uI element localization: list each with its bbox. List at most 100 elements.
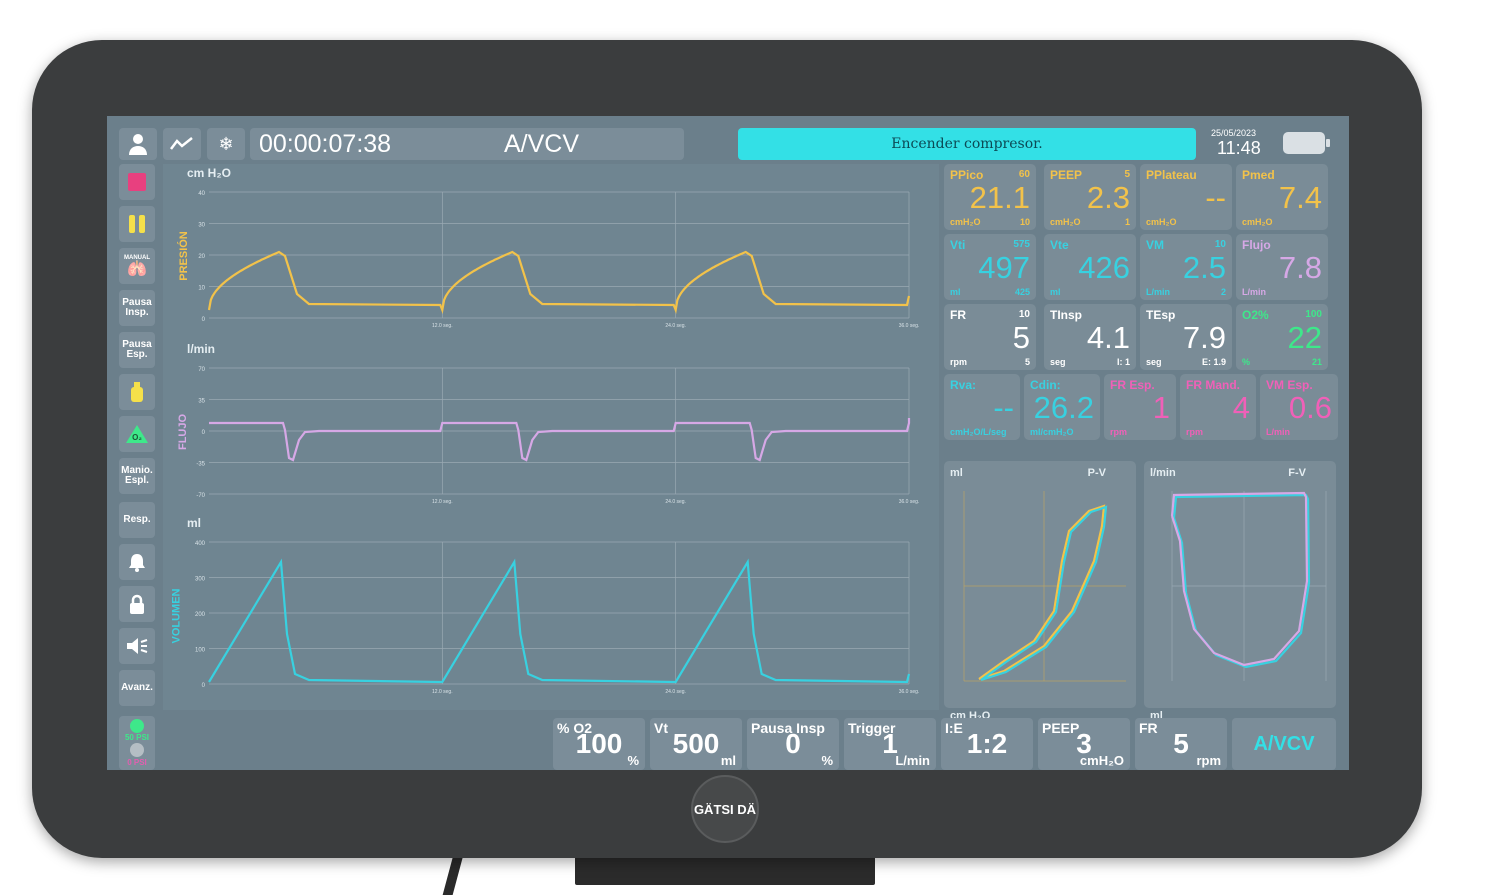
metric-rva: Rva: -- cmH₂O/L/seg <box>944 374 1020 440</box>
alert-banner[interactable]: Encender compresor. <box>738 128 1196 160</box>
pressure-unit: cm H₂O <box>187 166 232 180</box>
setting-value: 1:2 <box>966 728 1008 759</box>
metric-value: 21.1 <box>969 180 1030 215</box>
pressure-axis-label: PRESIÓN <box>177 231 190 281</box>
metric-vti: Vti 575 497 ml 425 <box>944 234 1036 300</box>
metric-unit: rpm <box>950 357 968 367</box>
metric-label: PPlateau <box>1146 168 1197 182</box>
metric-label: Vti <box>950 238 966 252</box>
metric-value: 7.4 <box>1278 180 1322 215</box>
sidebar-item-o2[interactable]: O₂ <box>119 416 155 452</box>
date-label: 25/05/2023 <box>1211 128 1257 138</box>
metric-label: Vte <box>1050 238 1069 252</box>
metric-value: 497 <box>978 250 1030 285</box>
sidebar-item-label: Resp. <box>123 514 151 525</box>
trends-button[interactable] <box>163 128 201 160</box>
sidebar-item-manual[interactable]: MANUAL 🫁 <box>119 248 155 284</box>
svg-text:O₂: O₂ <box>132 433 142 442</box>
x-tick-label: 36.0 seg. <box>899 499 920 505</box>
sidebar-item-mute[interactable] <box>119 628 155 664</box>
metric-high-limit: 10 <box>1214 239 1226 250</box>
y-tick-label: 40 <box>198 191 205 197</box>
fv-y-unit: l/min <box>1150 467 1176 479</box>
o2-warning-icon: O₂ <box>126 425 148 443</box>
metric-low-limit: 10 <box>1019 217 1030 227</box>
metric-unit: L/min <box>1242 287 1266 297</box>
metric-unit: rpm <box>1110 427 1128 437</box>
metric-high-limit: 10 <box>1018 309 1030 320</box>
pv-loop-panel: ml P-V cm H₂O <box>944 461 1136 722</box>
mode-button[interactable]: A/VCV <box>1232 718 1336 770</box>
x-tick-label: 24.0 seg. <box>665 323 686 329</box>
sidebar-item-pausa-esp[interactable]: Pausa Esp. <box>119 332 155 368</box>
metric-ppico: PPico 60 21.1 cmH₂O 10 <box>944 164 1036 230</box>
sidebar-item-alarm[interactable] <box>119 544 155 580</box>
sidebar-item-lock[interactable] <box>119 586 155 622</box>
setting-i-e[interactable]: I:E 1:2 <box>941 718 1033 770</box>
sidebar-item-label: Pausa Esp. <box>122 339 152 360</box>
y-tick-label: 200 <box>195 612 206 618</box>
elapsed-timer: 00:00:07:38 <box>259 130 392 158</box>
patient-button[interactable] <box>119 128 157 160</box>
stop-icon <box>128 173 146 191</box>
metric-value: 22 <box>1287 320 1322 355</box>
y-tick-label: 300 <box>195 577 206 583</box>
y-tick-label: 400 <box>195 541 206 547</box>
metric-unit: ml <box>1050 287 1061 297</box>
setting-vt[interactable]: Vt 500 ml <box>650 718 742 770</box>
fv-title: F-V <box>1288 467 1306 479</box>
metric-unit: L/min <box>1266 427 1290 437</box>
setting-unit: L/min <box>895 753 930 768</box>
metric-value: 26.2 <box>1033 390 1094 425</box>
setting-trigger[interactable]: Trigger 1 L/min <box>844 718 936 770</box>
sidebar-item-pause[interactable] <box>119 206 155 242</box>
snowflake-icon: ❄ <box>218 133 234 154</box>
metric-label: VM <box>1146 238 1164 252</box>
flow-unit: l/min <box>187 342 216 356</box>
y-tick-label: 30 <box>198 223 205 229</box>
metric-value: 2.3 <box>1086 180 1130 215</box>
bell-icon <box>129 554 145 572</box>
metric-unit: cmH₂O <box>1146 217 1177 227</box>
metric-value: 7.8 <box>1278 250 1322 285</box>
volume-trace <box>208 558 911 684</box>
metric-value: 426 <box>1078 250 1130 285</box>
top-bar: ❄ 00:00:07:38 A/VCV Encender compresor. … <box>107 116 1349 164</box>
y-tick-label: 100 <box>195 648 206 654</box>
setting-fr[interactable]: FR 5 rpm <box>1135 718 1227 770</box>
sidebar-item-manio-espl[interactable]: Manio. Espl. <box>119 458 155 494</box>
setting-unit: ml <box>720 753 736 768</box>
mode-label: A/VCV <box>504 130 580 158</box>
metric-vte: Vte 426 ml <box>1044 234 1136 300</box>
metric-high-limit: 575 <box>1013 239 1030 250</box>
lock-icon <box>130 594 144 614</box>
y-tick-label: 0 <box>202 430 206 436</box>
pv-loop-trace-yellow <box>978 504 1106 681</box>
gas-low-label: 0 PSI <box>127 758 147 767</box>
sidebar-item-resp[interactable]: Resp. <box>119 502 155 538</box>
metric-flujo: Flujo 7.8 L/min <box>1236 234 1328 300</box>
speaker-icon <box>127 638 148 654</box>
metric-vm-esp: VM Esp. 0.6 L/min <box>1260 374 1338 440</box>
metric-value: 4 <box>1232 390 1250 425</box>
metric-fr-mand: FR Mand. 4 rpm <box>1180 374 1256 440</box>
metric-label: Pmed <box>1242 168 1275 182</box>
sidebar-item-nebulizer[interactable] <box>119 374 155 410</box>
metric-value: 5 <box>1012 320 1030 355</box>
metric-label: FR Esp. <box>1110 378 1155 392</box>
setting-peep[interactable]: PEEP 3 cmH₂O <box>1038 718 1130 770</box>
trend-icon <box>170 137 193 150</box>
green-status-icon <box>130 719 144 733</box>
metric-unit: cmH₂O <box>950 217 981 227</box>
snowflake-button[interactable]: ❄ <box>207 128 245 160</box>
metric-unit: cmH₂O <box>1242 217 1273 227</box>
sidebar-item-avanz[interactable]: Avanz. <box>119 670 155 706</box>
setting-o2[interactable]: % O2 100% <box>553 718 645 770</box>
sidebar-item-stop[interactable] <box>119 164 155 200</box>
pressure-chart: 40 30 20 10 0 12.0 seg. 24.0 seg. 36.0 seg. <box>198 191 919 329</box>
x-tick-label: 36.0 seg. <box>899 689 920 695</box>
setting-pausa-insp[interactable]: Pausa Insp 0% <box>747 718 839 770</box>
metric-peep: PEEP 5 2.3 cmH₂O 1 <box>1044 164 1136 230</box>
sidebar-item-pausa-insp[interactable]: Pausa Insp. <box>119 290 155 326</box>
waveform-panel: cm H₂O PRESIÓN 40 30 20 10 0 12.0 seg. 24.0 se… <box>163 164 939 710</box>
